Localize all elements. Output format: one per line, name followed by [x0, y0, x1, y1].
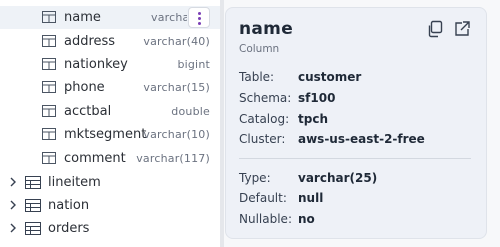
column-type: varchar(10): [143, 128, 210, 141]
popover-divider: [239, 158, 471, 159]
detail-key: Type:: [239, 171, 271, 185]
column-row-name[interactable]: name varchar: [0, 6, 220, 29]
copy-icon[interactable]: [426, 20, 444, 38]
detail-value: no: [298, 212, 315, 226]
column-name: comment: [64, 151, 126, 166]
detail-value: sf100: [298, 91, 336, 105]
open-external-icon[interactable]: [453, 20, 471, 38]
column-type: varchar(15): [143, 81, 210, 94]
detail-value: null: [298, 191, 324, 205]
table-row-nation[interactable]: nation: [0, 194, 220, 217]
column-name: nationkey: [64, 57, 128, 72]
chevron-right-icon[interactable]: [9, 177, 17, 187]
column-name: address: [64, 34, 116, 49]
detail-value: tpch: [298, 112, 328, 126]
detail-value: customer: [298, 70, 362, 84]
column-name: name: [64, 10, 101, 25]
detail-key: Catalog:: [239, 112, 290, 126]
table-name: lineitem: [48, 175, 101, 190]
column-row-nationkey[interactable]: nationkey bigint: [0, 53, 220, 76]
table-name: orders: [48, 221, 90, 236]
column-type: varchar(117): [136, 152, 210, 165]
chevron-right-icon[interactable]: [9, 200, 17, 210]
detail-value: varchar(25): [298, 171, 378, 185]
column-row-mktsegment[interactable]: mktsegment varchar(10): [0, 123, 220, 146]
column-name: phone: [64, 80, 105, 95]
column-icon: [42, 81, 56, 93]
column-row-acctbal[interactable]: acctbal double: [0, 100, 220, 123]
column-icon: [42, 152, 56, 164]
detail-key: Schema:: [239, 91, 292, 105]
column-name: mktsegment: [64, 127, 147, 142]
schema-tree: name varchar address varchar(40) nationk…: [0, 0, 220, 247]
table-icon: [25, 199, 41, 212]
column-type: double: [171, 105, 210, 118]
table-icon: [25, 222, 41, 235]
detail-key: Nullable:: [239, 212, 292, 226]
detail-key: Table:: [239, 70, 275, 84]
column-details-popover: name Column Table: customer Schema: sf10…: [225, 7, 487, 239]
column-row-phone[interactable]: phone varchar(15): [0, 76, 220, 99]
column-icon: [42, 128, 56, 140]
column-icon: [42, 105, 56, 117]
table-name: nation: [48, 198, 90, 213]
chevron-right-icon[interactable]: [9, 223, 17, 233]
more-options-button[interactable]: [188, 7, 210, 28]
column-icon: [42, 11, 56, 23]
detail-key: Cluster:: [239, 132, 286, 146]
column-row-comment[interactable]: comment varchar(117): [0, 147, 220, 170]
column-type: varchar(40): [143, 35, 210, 48]
popover-title: name: [239, 19, 294, 39]
column-type: varchar: [151, 11, 187, 24]
table-icon: [25, 176, 41, 189]
popover-subtitle: Column: [239, 43, 280, 55]
table-row-lineitem[interactable]: lineitem: [0, 171, 220, 194]
detail-value: aws-us-east-2-free: [298, 132, 425, 146]
column-name: acctbal: [64, 104, 112, 119]
detail-key: Default:: [239, 191, 287, 205]
column-icon: [42, 58, 56, 70]
column-type: bigint: [177, 58, 210, 71]
table-row-orders[interactable]: orders: [0, 217, 220, 240]
column-row-address[interactable]: address varchar(40): [0, 30, 220, 53]
column-icon: [42, 35, 56, 47]
